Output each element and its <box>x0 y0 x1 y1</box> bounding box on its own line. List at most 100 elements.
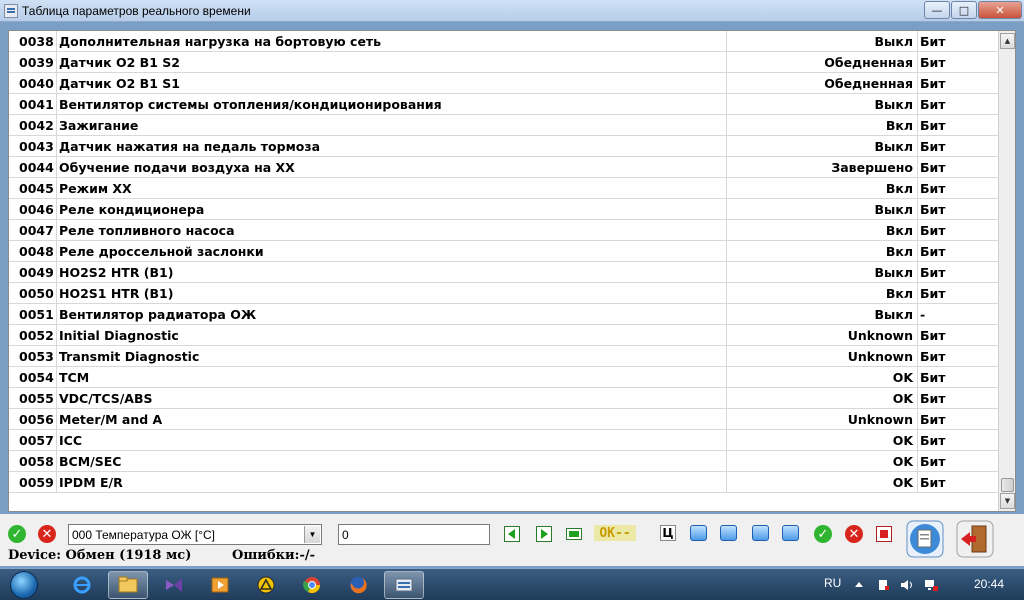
value-input[interactable]: 0 <box>338 524 490 545</box>
row-number: 0047 <box>9 220 57 240</box>
window-title: Таблица параметров реального времени <box>22 3 251 18</box>
close-button[interactable]: ✕ <box>978 1 1022 19</box>
row-unit: Бит <box>917 283 997 303</box>
row-unit: Бит <box>917 115 997 135</box>
minimize-button[interactable]: — <box>924 1 950 19</box>
table-row[interactable]: 0044 Обучение подачи воздуха на ХХ Заверше… <box>9 157 998 178</box>
warning-taskbar-button[interactable] <box>246 571 286 599</box>
app-taskbar-button[interactable] <box>384 571 424 599</box>
table-row[interactable]: 0046 Реле кондиционера Выкл Бит <box>9 199 998 220</box>
row-value: Вкл <box>885 222 913 238</box>
table-row[interactable]: 0048 Реле дроссельной заслонки Вкл Бит <box>9 241 998 262</box>
row-value: Обедненная <box>824 75 913 91</box>
row-parameter-name: TCM <box>57 367 727 387</box>
row-value: Выкл <box>874 306 913 322</box>
table-row[interactable]: 0051 Вентилятор радиатора ОЖ Выкл - <box>9 304 998 325</box>
row-value: Выкл <box>874 96 913 112</box>
scroll-up-button[interactable]: ▲ <box>1000 33 1015 49</box>
language-indicator[interactable]: RU <box>824 576 841 590</box>
table-row[interactable]: 0041 Вентилятор системы отопления/кондици… <box>9 94 998 115</box>
table-row[interactable]: 0049 HO2S2 HTR (B1) Выкл Бит <box>9 262 998 283</box>
warning-icon <box>257 576 275 594</box>
arrow-left-icon[interactable] <box>504 526 520 542</box>
table-row[interactable]: 0050 HO2S1 HTR (B1) Вкл Бит <box>9 283 998 304</box>
check-icon[interactable]: ✓ <box>8 525 26 543</box>
row-unit: Бит <box>917 199 997 219</box>
row-parameter-name: Реле топливного насоса <box>57 220 727 240</box>
arrow-right-icon[interactable] <box>536 526 552 542</box>
stop-icon[interactable] <box>876 526 892 542</box>
row-unit: Бит <box>917 388 997 408</box>
g-icon[interactable] <box>690 525 707 541</box>
row-number: 0055 <box>9 388 57 408</box>
row-number: 0042 <box>9 115 57 135</box>
row-value: Unknown <box>847 348 913 364</box>
table-icon[interactable] <box>720 525 737 541</box>
volume-icon[interactable] <box>900 578 914 592</box>
start-button[interactable] <box>6 569 46 600</box>
row-number: 0048 <box>9 241 57 261</box>
table-row[interactable]: 0043 Датчик нажатия на педаль тормоза Выкл… <box>9 136 998 157</box>
row-parameter-name: Зажигание <box>57 115 727 135</box>
list-icon[interactable] <box>752 525 769 541</box>
explorer-taskbar-button[interactable] <box>108 571 148 599</box>
safely-remove-icon[interactable] <box>876 578 890 592</box>
row-parameter-name: VDC/TCS/ABS <box>57 388 727 408</box>
row-value: Выкл <box>874 264 913 280</box>
ecu-icon[interactable] <box>566 526 582 542</box>
table-row[interactable]: 0053 Transmit Diagnostic Unknown Бит <box>9 346 998 367</box>
scroll-thumb[interactable] <box>1001 478 1014 492</box>
row-parameter-name: HO2S1 HTR (B1) <box>57 283 727 303</box>
table-row[interactable]: 0057 ICC OK Бит <box>9 430 998 451</box>
firefox-taskbar-button[interactable] <box>338 571 378 599</box>
ie-taskbar-button[interactable] <box>62 571 102 599</box>
row-unit: Бит <box>917 430 997 450</box>
row-number: 0059 <box>9 472 57 492</box>
row-parameter-name: Initial Diagnostic <box>57 325 727 345</box>
row-parameter-name: Режим ХХ <box>57 178 727 198</box>
status-bar: Device: Обмен (1918 мс) Ошибки:-/- <box>0 548 1024 566</box>
table-row[interactable]: 0045 Режим ХХ Вкл Бит <box>9 178 998 199</box>
parameter-select[interactable]: 000 Температура ОЖ [°C] ▼ <box>68 524 322 545</box>
maximize-button[interactable]: □ <box>951 1 977 19</box>
table-row[interactable]: 0059 IPDM E/R OK Бит <box>9 472 998 493</box>
cyr-button[interactable]: Ц <box>660 525 676 541</box>
row-value: OK <box>892 432 913 448</box>
row-unit: Бит <box>917 325 997 345</box>
row-value: Вкл <box>885 180 913 196</box>
table-row[interactable]: 0052 Initial Diagnostic Unknown Бит <box>9 325 998 346</box>
table-row[interactable]: 0055 VDC/TCS/ABS OK Бит <box>9 388 998 409</box>
chevron-down-icon[interactable]: ▼ <box>304 526 320 543</box>
check-icon[interactable]: ✓ <box>814 525 832 543</box>
row-parameter-name: Дополнительная нагрузка на бортовую сеть <box>57 31 727 51</box>
x-icon[interactable]: ✕ <box>845 525 863 543</box>
table-row[interactable]: 0054 TCM OK Бит <box>9 367 998 388</box>
row-parameter-name: Датчик O2 B1 S1 <box>57 73 727 93</box>
scroll-down-button[interactable]: ▼ <box>1000 493 1015 509</box>
media-taskbar-button[interactable] <box>200 571 240 599</box>
row-unit: Бит <box>917 178 997 198</box>
chrome-taskbar-button[interactable] <box>292 571 332 599</box>
network-icon[interactable] <box>924 578 938 592</box>
show-hidden-icons-icon[interactable] <box>852 578 866 592</box>
row-parameter-name: Transmit Diagnostic <box>57 346 727 366</box>
table-row[interactable]: 0038 Дополнительная нагрузка на бортовую … <box>9 31 998 52</box>
row-unit: Бит <box>917 220 997 240</box>
screen-icon[interactable] <box>782 525 799 541</box>
row-unit: Бит <box>917 367 997 387</box>
vertical-scrollbar[interactable]: ▲ ▼ <box>998 31 1015 511</box>
row-number: 0038 <box>9 31 57 51</box>
table-row[interactable]: 0056 Meter/M and A Unknown Бит <box>9 409 998 430</box>
vs-taskbar-button[interactable] <box>154 571 194 599</box>
x-icon[interactable]: ✕ <box>38 525 56 543</box>
parameter-select-value: 000 Температура ОЖ [°C] <box>72 527 215 542</box>
table-row[interactable]: 0040 Датчик O2 B1 S1 Обедненная Бит <box>9 73 998 94</box>
table-row[interactable]: 0058 BCM/SEC OK Бит <box>9 451 998 472</box>
clock[interactable]: 20:44 <box>974 577 1004 591</box>
row-parameter-name: Датчик O2 B1 S2 <box>57 52 727 72</box>
table-row[interactable]: 0039 Датчик O2 B1 S2 Обедненная Бит <box>9 52 998 73</box>
table-row[interactable]: 0047 Реле топливного насоса Вкл Бит <box>9 220 998 241</box>
row-number: 0051 <box>9 304 57 324</box>
table-row[interactable]: 0042 Зажигание Вкл Бит <box>9 115 998 136</box>
ok-status-badge: OK-- <box>594 525 636 541</box>
